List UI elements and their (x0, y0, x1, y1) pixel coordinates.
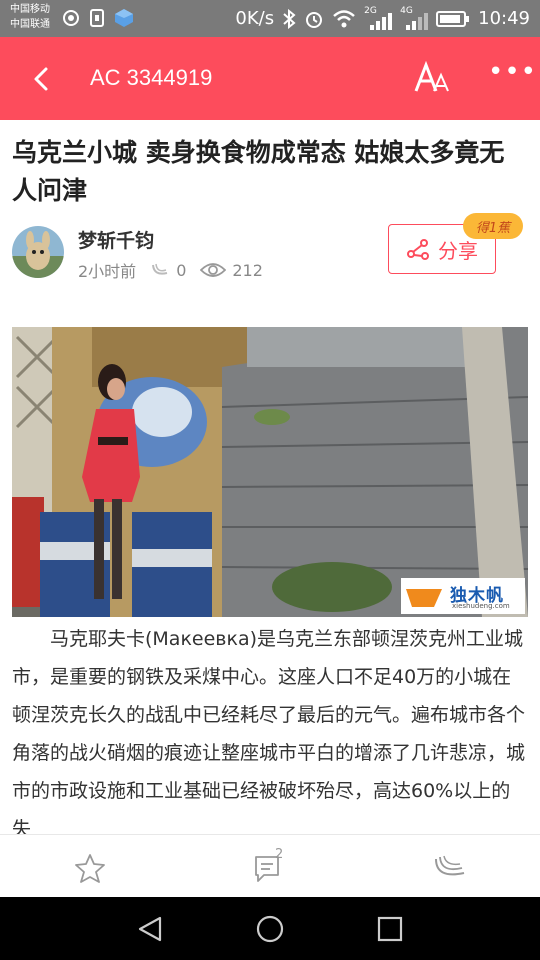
notification-circle-icon (63, 10, 79, 26)
carrier-info: 中国移动 中国联通 (10, 2, 50, 32)
status-right: 0K/s 2G 4G 10:49 (235, 0, 530, 37)
comment-count: 2 (275, 847, 284, 862)
notification-icons (62, 8, 134, 28)
nav-recents-icon[interactable] (376, 915, 404, 943)
clock: 10:49 (478, 8, 530, 29)
article-body: 马克耶夫卡(Макеевка)是乌克兰东部顿涅茨克州工业城市，是重要的钢铁及采煤… (12, 628, 526, 834)
net-speed: 0K/s (235, 8, 275, 29)
bottom-action-bar: 2 (0, 834, 540, 898)
carrier-2: 中国联通 (10, 19, 50, 30)
article-photo: 独木帆 xieshudeng.com (12, 327, 528, 617)
wifi-icon (333, 9, 355, 27)
status-bar: 中国移动 中国联通 0K/s 2G 4G 10:49 (0, 0, 540, 37)
article-meta: 2小时前 0 212 (78, 258, 263, 282)
post-time: 2小时前 (78, 262, 137, 281)
banana-icon[interactable] (430, 853, 468, 883)
reward-badge: 得1蕉 (463, 213, 523, 239)
alarm-icon (306, 11, 323, 28)
share-icon (407, 239, 429, 260)
article-title: 乌克兰小城 卖身换食物成常态 姑娘太多竟无人问津 (12, 138, 505, 205)
sim-icon (90, 9, 104, 27)
banana-small-icon (152, 263, 168, 275)
app-cube-icon (115, 9, 133, 27)
signal-2g-icon: 2G (364, 6, 393, 30)
bluetooth-icon (283, 8, 296, 29)
signal-4g-icon: 4G (400, 6, 429, 30)
author-avatar[interactable] (12, 226, 64, 278)
star-icon[interactable] (74, 853, 106, 883)
author-name[interactable]: 梦斩千钧 (78, 226, 154, 253)
nav-back-icon[interactable] (136, 915, 164, 943)
article-id-title: AC 3344919 (90, 65, 213, 90)
back-arrow-icon[interactable] (28, 65, 56, 93)
carrier-1: 中国移动 (10, 4, 50, 15)
font-size-icon[interactable] (414, 61, 450, 95)
more-icon[interactable]: ••• (488, 57, 537, 87)
app-bar: AC 3344919 ••• (0, 37, 540, 120)
eye-icon (200, 263, 227, 277)
banana-count: 0 (176, 260, 187, 280)
view-count: 212 (232, 260, 263, 280)
nav-home-icon[interactable] (255, 914, 285, 944)
battery-icon (436, 10, 470, 27)
system-navigation-bar (0, 897, 540, 960)
share-label: 分享 (438, 238, 478, 263)
watermark-url: xieshudeng.com (452, 602, 510, 610)
